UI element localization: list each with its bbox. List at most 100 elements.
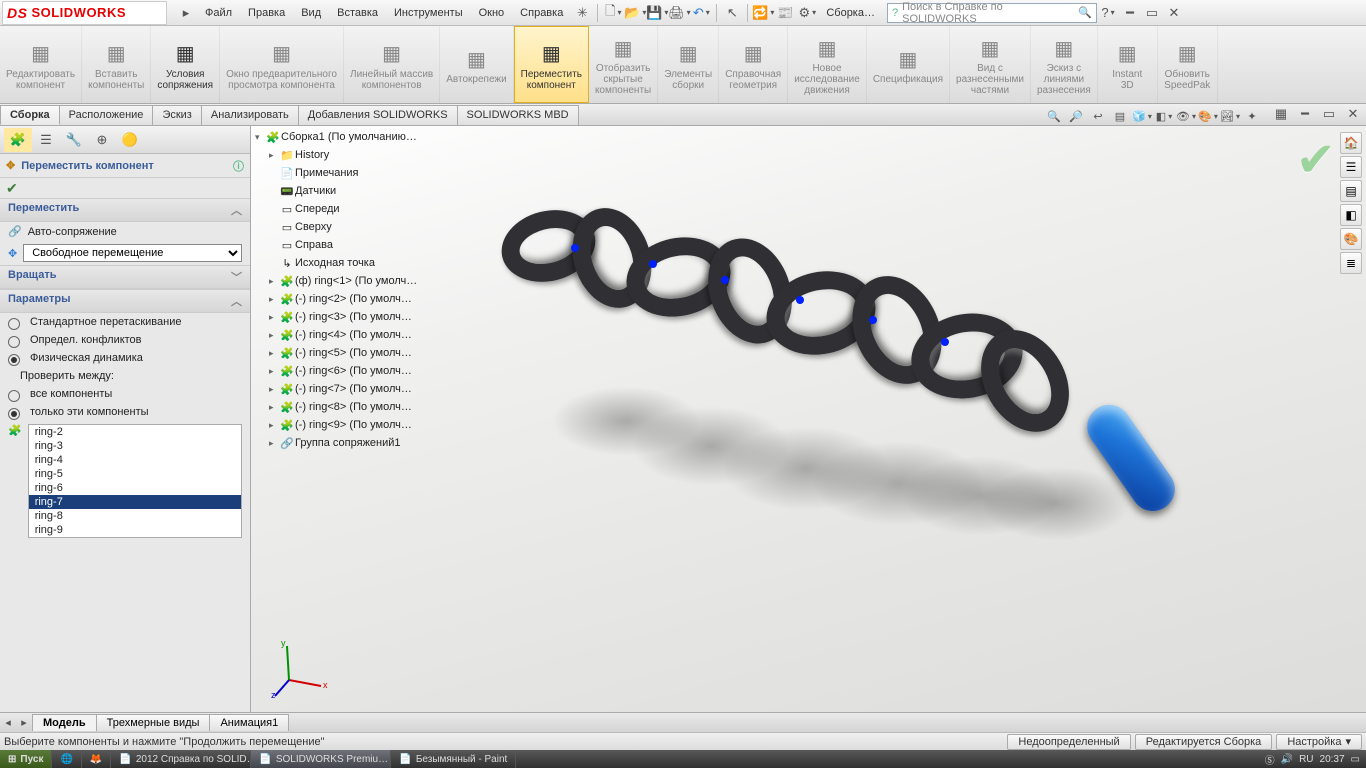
quicklaunch-ff-icon[interactable]: 🦊 — [82, 750, 111, 768]
pm-tab-feature-icon[interactable]: 🧩 — [4, 128, 32, 152]
menu-правка[interactable]: Правка — [240, 1, 293, 25]
tray-volume-icon[interactable]: 🔊 — [1281, 754, 1293, 765]
status-customize[interactable]: Настройка▾ — [1276, 734, 1362, 750]
close-icon[interactable]: ✕ — [1163, 2, 1185, 24]
pm-tab-config-icon[interactable]: 🔧 — [60, 128, 88, 152]
zoom-fit-icon[interactable]: 🔍 — [1044, 107, 1064, 125]
menu-окно[interactable]: Окно — [471, 1, 513, 25]
tree-item[interactable]: ↳Исходная точка — [255, 254, 475, 272]
tree-item[interactable]: ▸🧩(-) ring<5> (По умолч… — [255, 344, 475, 362]
model-tab-трехмерные виды[interactable]: Трехмерные виды — [96, 714, 211, 731]
tab-эскиз[interactable]: Эскиз — [152, 105, 201, 125]
tree-item[interactable]: ▸🧩(-) ring<6> (По умолч… — [255, 362, 475, 380]
quick-undo-icon[interactable]: ▸ — [175, 2, 197, 24]
list-item[interactable]: ring-2 — [29, 425, 241, 439]
scene-icon[interactable]: 🏞 — [1220, 107, 1240, 125]
start-button[interactable]: ⊞Пуск — [0, 750, 52, 768]
menu-вставка[interactable]: Вставка — [329, 1, 386, 25]
pm-section-move[interactable]: Переместить︿ — [0, 198, 250, 222]
hud-home-icon[interactable]: 🏠 — [1340, 132, 1362, 154]
pin-icon[interactable]: ✳ — [571, 2, 593, 24]
list-item[interactable]: ring-7 — [29, 495, 241, 509]
graphics-viewport[interactable]: ▾🧩 Сборка1 (По умолчанию… ▸📁History📄Прим… — [251, 126, 1366, 732]
open-file-icon[interactable]: 📂 — [624, 2, 646, 24]
tree-item[interactable]: ▸🧩(-) ring<7> (По умолч… — [255, 380, 475, 398]
hud-list-icon[interactable]: ≣ — [1340, 252, 1362, 274]
tab-сборка[interactable]: Сборка — [0, 105, 60, 125]
tree-item[interactable]: ▸🧩(-) ring<3> (По умолч… — [255, 308, 475, 326]
ribbon-переместить[interactable]: ▦Переместитькомпонент — [514, 26, 589, 103]
section-view-icon[interactable]: ▤ — [1110, 107, 1130, 125]
tab-анализировать[interactable]: Анализировать — [201, 105, 299, 125]
tree-item[interactable]: ▭Сверху — [255, 218, 475, 236]
hud-display-icon[interactable]: ◧ — [1340, 204, 1362, 226]
opt-detect-conflict[interactable]: Определ. конфликтов — [0, 331, 250, 349]
task-window[interactable]: 📄Безымянный - Paint — [391, 750, 516, 768]
tray-fullscreen-icon[interactable]: ▭ — [1351, 754, 1360, 765]
tree-item[interactable]: ▸🧩(ф) ring<1> (По умолч… — [255, 272, 475, 290]
tray-clock[interactable]: 20:37 — [1320, 754, 1345, 765]
tab-добавления-solidworks[interactable]: Добавления SOLIDWORKS — [298, 105, 458, 125]
tree-item[interactable]: ▭Спереди — [255, 200, 475, 218]
tab-scroll-right-icon[interactable]: ▸ — [16, 716, 32, 729]
tree-item[interactable]: ▸🧩(-) ring<4> (По умолч… — [255, 326, 475, 344]
mdi-min-icon[interactable]: ━ — [1294, 103, 1316, 125]
pm-section-rotate[interactable]: Вращать﹀ — [0, 265, 250, 289]
accept-check-icon[interactable]: ✔ — [1296, 132, 1336, 188]
rebuild-icon[interactable]: 🔁 — [752, 2, 774, 24]
tree-item[interactable]: ▭Справа — [255, 236, 475, 254]
pm-auto-mate-row[interactable]: 🔗 Авто-сопряжение — [0, 222, 250, 241]
tree-item[interactable]: ▸🔗Группа сопряжений1 — [255, 434, 475, 452]
doc-crumb[interactable]: Сборка… — [818, 1, 883, 25]
tree-item[interactable]: 📟Датчики — [255, 182, 475, 200]
hud-section-icon[interactable]: ▤ — [1340, 180, 1362, 202]
options-icon[interactable]: 📰 — [774, 2, 796, 24]
tab-расположение[interactable]: Расположение — [59, 105, 154, 125]
undo-icon[interactable]: ↶ — [690, 2, 712, 24]
menu-файл[interactable]: Файл — [197, 1, 240, 25]
settings-icon[interactable]: ⚙ — [796, 2, 818, 24]
render-icon[interactable]: ✦ — [1242, 107, 1262, 125]
tray-lang[interactable]: RU — [1299, 754, 1313, 765]
appearance-icon[interactable]: 🎨 — [1198, 107, 1218, 125]
save-icon[interactable]: 💾 — [646, 2, 668, 24]
feature-tree[interactable]: ▾🧩 Сборка1 (По умолчанию… ▸📁History📄Прим… — [255, 128, 475, 452]
pm-tab-appearance-icon[interactable]: 🟡 — [116, 128, 144, 152]
pm-help-icon[interactable]: ⓘ — [233, 158, 244, 174]
select-arrow-icon[interactable]: ↖ — [721, 2, 743, 24]
opt-only-components[interactable]: только эти компоненты — [0, 403, 250, 421]
list-item[interactable]: ring-4 — [29, 453, 241, 467]
task-window[interactable]: 📄2012 Справка по SOLID… — [111, 750, 251, 768]
help-icon[interactable]: ? — [1097, 2, 1119, 24]
status-underdefined[interactable]: Недоопределенный — [1007, 734, 1130, 750]
print-icon[interactable]: 🖨 — [668, 2, 690, 24]
hide-show-icon[interactable]: 👁 — [1176, 107, 1196, 125]
menu-справка[interactable]: Справка — [512, 1, 571, 25]
pm-tab-pm-icon[interactable]: ☰ — [32, 128, 60, 152]
tab-scroll-left-icon[interactable]: ◂ — [0, 716, 16, 729]
tree-item[interactable]: ▸📁History — [255, 146, 475, 164]
prev-view-icon[interactable]: ↩ — [1088, 107, 1108, 125]
list-item[interactable]: ring-9 — [29, 523, 241, 537]
hud-menu-icon[interactable]: ☰ — [1340, 156, 1362, 178]
search-go-icon[interactable]: 🔍 — [1078, 6, 1092, 19]
tree-item[interactable]: 📄Примечания — [255, 164, 475, 182]
quicklaunch-ie-icon[interactable]: 🌐 — [52, 750, 81, 768]
tree-item[interactable]: ▸🧩(-) ring<2> (По умолч… — [255, 290, 475, 308]
opt-physical-dynamics[interactable]: Физическая динамика — [0, 349, 250, 367]
list-item[interactable]: ring-6 — [29, 481, 241, 495]
system-tray[interactable]: Ⓢ 🔊 RU 20:37 ▭ — [1259, 752, 1366, 767]
status-edit-mode[interactable]: Редактируется Сборка — [1135, 734, 1273, 750]
mdi-close-icon[interactable]: ✕ — [1342, 103, 1364, 125]
hud-appearance-icon[interactable]: 🎨 — [1340, 228, 1362, 250]
minimize-icon[interactable]: ━ — [1119, 2, 1141, 24]
list-item[interactable]: ring-5 — [29, 467, 241, 481]
mdi-tile-icon[interactable]: ▦ — [1270, 103, 1292, 125]
task-window[interactable]: 📄SOLIDWORKS Premiu… — [251, 750, 391, 768]
tab-solidworks-mbd[interactable]: SOLIDWORKS MBD — [457, 105, 579, 125]
model-tab-анимация1[interactable]: Анимация1 — [209, 714, 289, 731]
menu-инструменты[interactable]: Инструменты — [386, 1, 471, 25]
display-style-icon[interactable]: ◧ — [1154, 107, 1174, 125]
zoom-area-icon[interactable]: 🔎 — [1066, 107, 1086, 125]
mdi-max-icon[interactable]: ▭ — [1318, 103, 1340, 125]
